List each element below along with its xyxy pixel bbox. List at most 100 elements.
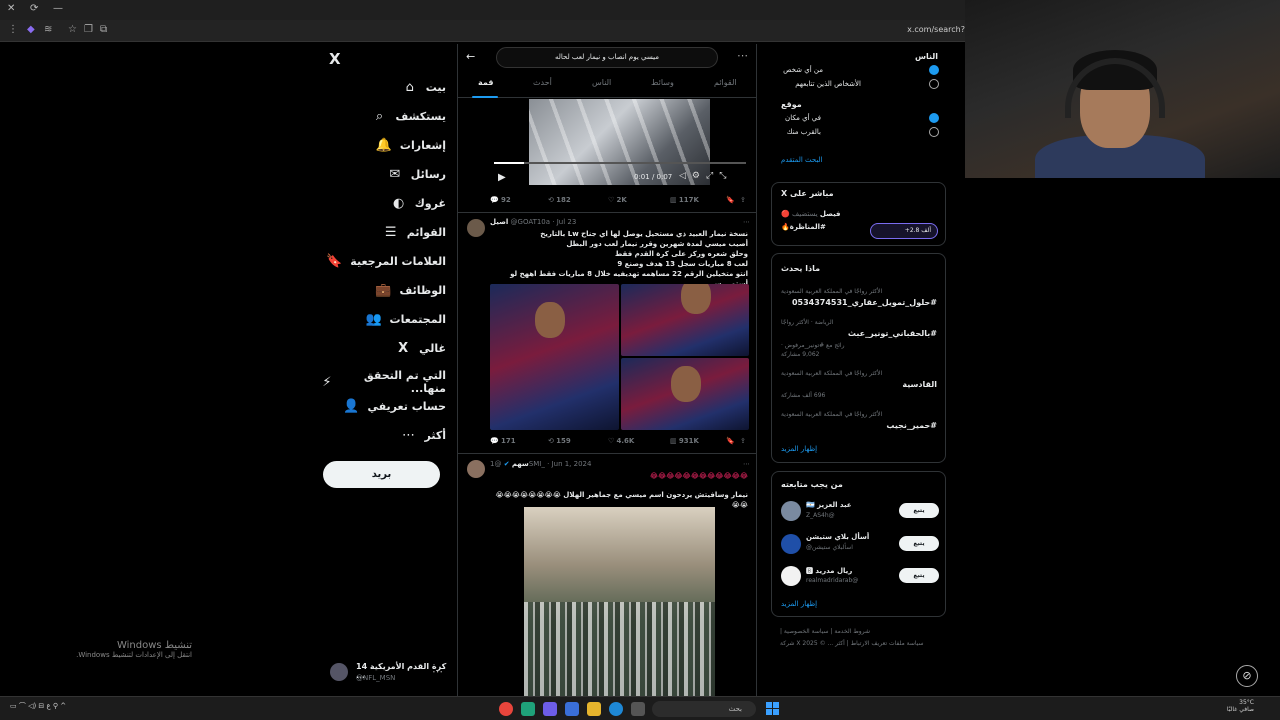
- filter-option-label[interactable]: من أي شخص: [781, 66, 823, 74]
- follow-button[interactable]: يتبع: [899, 536, 939, 551]
- avatar[interactable]: [467, 219, 485, 237]
- suggested-name[interactable]: عبد العزيز 🇦🇷: [806, 501, 852, 509]
- more-dots-icon[interactable]: ⋯: [743, 460, 750, 468]
- screenshot-icon[interactable]: ⧉: [100, 24, 107, 35]
- filter-option-label[interactable]: الأشخاص الذين تتابعهم: [781, 80, 861, 88]
- tweet-photo[interactable]: [490, 284, 619, 430]
- tab-media[interactable]: وسائط: [651, 78, 674, 87]
- tweet-photo[interactable]: [621, 284, 749, 356]
- collections-icon[interactable]: ❐: [84, 24, 93, 35]
- show-more-trends-link[interactable]: إظهار المزيد: [781, 445, 817, 453]
- tweet-media-grid[interactable]: [490, 284, 749, 430]
- radio-following[interactable]: [929, 79, 939, 89]
- author-name[interactable]: اصيل: [490, 218, 508, 226]
- suggested-name[interactable]: أسأل بلاي ستيشن: [806, 533, 869, 541]
- footer-links[interactable]: شروط الخدمة | سياسة الخصوصية |: [780, 628, 945, 635]
- tweet-date[interactable]: Jul 23: [557, 218, 577, 226]
- like-count[interactable]: ♡ 2K: [608, 196, 627, 204]
- nav-verified-orgs[interactable]: ⚡ التي تم التحقق منها...: [320, 369, 446, 395]
- folder-icon[interactable]: [587, 702, 601, 716]
- nav-bookmarks[interactable]: 🔖 العلامات المرجعية: [326, 253, 446, 269]
- minimize-window-icon[interactable]: —: [53, 3, 63, 14]
- start-button[interactable]: [766, 702, 779, 715]
- trend-item[interactable]: القادسية: [902, 380, 937, 389]
- author-name[interactable]: سهم: [512, 460, 529, 468]
- store-icon[interactable]: [565, 702, 579, 716]
- nav-jobs[interactable]: 💼 الوظائف: [375, 282, 446, 298]
- star-icon[interactable]: ☆: [68, 24, 77, 35]
- nav-more[interactable]: ⋯ أكثر: [400, 427, 446, 443]
- follow-button[interactable]: يتبع: [899, 568, 939, 583]
- visual-search-icon[interactable]: ⊘: [1236, 665, 1258, 687]
- task-view-icon[interactable]: [631, 702, 645, 716]
- weather-widget[interactable]: 35°C صافي غالبًا: [1227, 699, 1254, 713]
- reply-count[interactable]: 💬 171: [490, 437, 516, 445]
- filter-option-label[interactable]: في أي مكان: [781, 114, 821, 122]
- account-switcher[interactable]: كرة القدم الأمريكية 14 ... @NFL_MSN ⋯: [328, 661, 453, 685]
- radio-near-you[interactable]: [929, 127, 939, 137]
- nav-home[interactable]: ⌂ بيت: [402, 79, 446, 95]
- extension-icon[interactable]: ◆: [27, 24, 35, 35]
- live-on-x-card[interactable]: مباشر على X 🔴 فيصل يستضيف #المناظرة🔥 +2.…: [771, 182, 946, 246]
- more-dots-icon[interactable]: ⋯: [743, 218, 750, 226]
- tab-lists[interactable]: القوائم: [714, 78, 737, 87]
- reply-count[interactable]: 💬 92: [490, 196, 511, 204]
- retweet-count[interactable]: ⟲ 182: [548, 196, 571, 204]
- nav-messages[interactable]: ✉ رسائل: [387, 166, 446, 182]
- radio-anyone[interactable]: [929, 65, 939, 75]
- bookmark-icon[interactable]: 🔖: [726, 196, 735, 204]
- tweet-date[interactable]: Jun 1, 2024: [552, 460, 592, 468]
- trend-item[interactable]: #حلول_تمويل_عقاري_0534374531: [792, 298, 937, 307]
- like-count[interactable]: ♡ 4.6K: [608, 437, 634, 445]
- back-arrow-icon[interactable]: ←: [466, 50, 475, 63]
- post-button[interactable]: بريد: [323, 461, 440, 488]
- author-handle[interactable]: @GOAT10a: [511, 218, 551, 226]
- tab-people[interactable]: الناس: [592, 78, 611, 87]
- play-icon[interactable]: ▶: [498, 172, 506, 183]
- reader-icon[interactable]: ≋: [44, 24, 52, 35]
- video-settings-icons[interactable]: ◁⚙⤢⤡: [679, 171, 732, 181]
- view-count[interactable]: ▥ 931K: [670, 437, 699, 445]
- tab-top[interactable]: قمة: [478, 78, 493, 87]
- close-window-icon[interactable]: ✕: [7, 3, 15, 14]
- nav-grok[interactable]: ◐ غروك: [391, 195, 446, 211]
- tweet-photo[interactable]: [621, 358, 749, 430]
- taskbar-search[interactable]: بحث: [652, 701, 756, 717]
- more-dots-icon[interactable]: ⋯: [432, 665, 443, 678]
- address-bar[interactable]: ⋮ ◆ ≋ ☆ ❐ ⧉ x.com/search?: [0, 20, 965, 42]
- avatar[interactable]: [781, 501, 801, 521]
- trend-item[interactable]: #حمير_نجيب: [886, 421, 937, 430]
- nav-explore[interactable]: ⌕ يستكشف: [371, 108, 446, 124]
- follow-button[interactable]: يتبع: [899, 503, 939, 518]
- bookmark-icon[interactable]: 🔖: [726, 437, 735, 445]
- chrome-icon[interactable]: [499, 702, 513, 716]
- nav-premium[interactable]: X غالي: [395, 340, 446, 356]
- filter-option-label[interactable]: بالقرب منك: [781, 128, 821, 136]
- search-input[interactable]: ميسي يوم انصاب و نيمار لعب لحاله: [496, 47, 718, 68]
- menu-dots-icon[interactable]: ⋮: [8, 24, 18, 35]
- view-count[interactable]: ▥ 117K: [670, 196, 699, 204]
- restore-window-icon[interactable]: ⟳: [30, 3, 38, 14]
- tweet-video[interactable]: [524, 507, 715, 696]
- suggested-name[interactable]: ريال مدريد 🅱: [806, 566, 852, 576]
- avatar[interactable]: [467, 460, 485, 478]
- url-text[interactable]: x.com/search?: [907, 25, 965, 34]
- share-icon[interactable]: ⇪: [740, 196, 746, 204]
- live-listeners[interactable]: +2.8 ألف: [870, 223, 938, 239]
- more-dots-icon[interactable]: ⋯: [737, 49, 748, 62]
- nav-lists[interactable]: ☰ القوائم: [383, 224, 446, 240]
- advanced-search-link[interactable]: البحث المتقدم: [781, 156, 823, 164]
- retweet-count[interactable]: ⟲ 159: [548, 437, 571, 445]
- real-madrid-avatar[interactable]: [781, 566, 801, 586]
- tab-latest[interactable]: أحدث: [533, 78, 552, 87]
- nav-notifications[interactable]: 🔔 إشعارات: [376, 137, 446, 153]
- footer-links[interactable]: سياسة ملفات تعريف الارتباط | أكثر ... © …: [780, 640, 945, 647]
- system-tray[interactable]: ▭ ⌒ ◁) ⊟ ع ⚲ ^: [10, 701, 66, 711]
- discord-icon[interactable]: [543, 702, 557, 716]
- trend-item[interactable]: #بالحقباني_تونير_عبث: [848, 329, 937, 338]
- nav-profile[interactable]: 👤 حساب تعريفي: [343, 398, 446, 414]
- show-more-follow-link[interactable]: إظهار المزيد: [781, 600, 817, 608]
- x-logo-icon[interactable]: X: [329, 50, 341, 68]
- app-icon[interactable]: [521, 702, 535, 716]
- edge-icon[interactable]: [609, 702, 623, 716]
